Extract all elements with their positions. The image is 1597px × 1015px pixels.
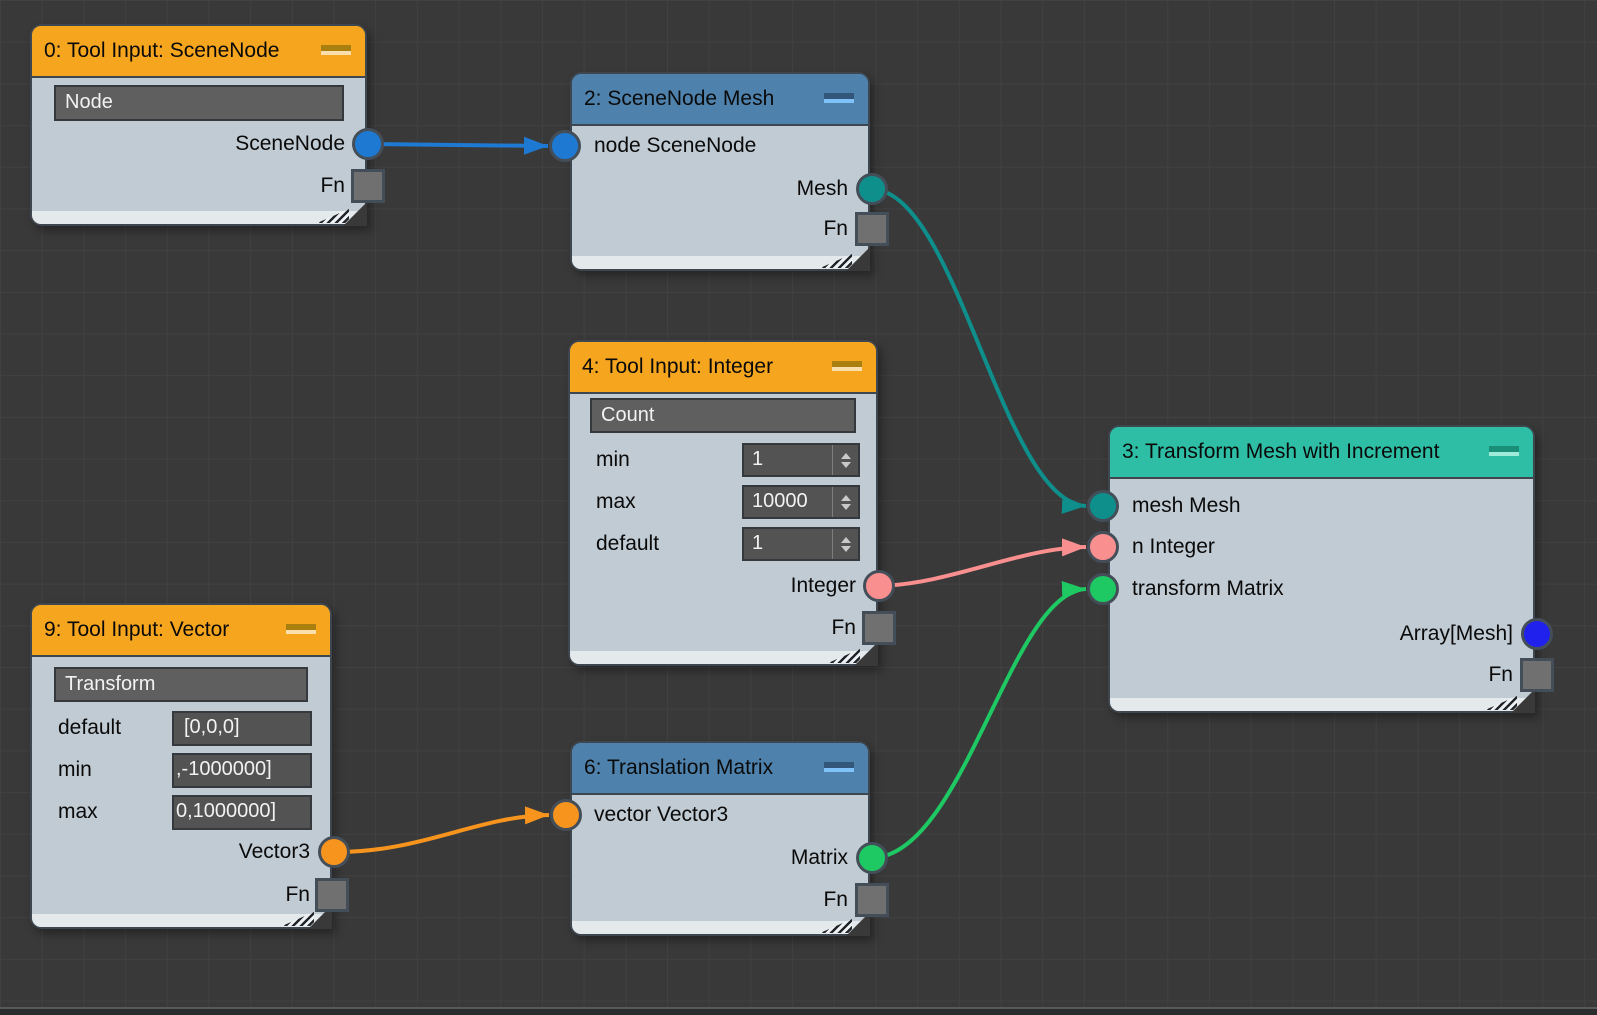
default-field[interactable]: [0,0,0] [172,711,312,746]
default-value: 1 [752,532,764,554]
fn-label: Fn [823,888,848,911]
input-label-node-scenenode: node SceneNode [594,134,757,157]
input-label-transform-matrix: transform Matrix [1132,577,1284,600]
node-0-title: 0: Tool Input: SceneNode [44,39,280,62]
fn-label: Fn [285,883,310,906]
fn-label: Fn [320,174,345,197]
wire-integer-to-n[interactable] [878,538,1087,588]
min-value: 1 [752,448,764,470]
collapse-dash-icon[interactable] [832,361,862,371]
window-bottom-shadow [0,1009,1597,1015]
port-fn-node6[interactable] [855,883,889,917]
node-4-tool-input-integer[interactable]: 4: Tool Input: Integer Count min 1 max 1… [568,340,878,666]
port-in-transform-matrix[interactable] [1087,573,1119,605]
port-in-vector[interactable] [550,799,582,831]
port-fn-node9[interactable] [315,878,349,912]
input-label-vector-vector3: vector Vector3 [594,803,729,826]
node-3-transform-mesh-with-increment[interactable]: 3: Transform Mesh with Increment mesh Me… [1108,425,1535,713]
node-0-tool-input-scenenode[interactable]: 0: Tool Input: SceneNode Node SceneNode … [30,24,367,226]
output-label-scenenode: SceneNode [235,132,345,155]
node-2-title: 2: SceneNode Mesh [584,87,775,110]
node-bottom-strip [32,211,365,224]
output-label-array-mesh: Array[Mesh] [1399,622,1513,645]
port-out-vector3[interactable] [318,836,350,868]
max-field[interactable]: 10000 [742,485,860,519]
wire-mesh-to-transformmesh[interactable] [871,187,1087,514]
port-out-matrix[interactable] [856,842,888,874]
port-fn-node0[interactable] [351,169,385,203]
node-6-translation-matrix[interactable]: 6: Translation Matrix vector Vector3 Mat… [570,741,870,936]
output-label-integer: Integer [790,574,856,597]
wire-scenenode-to-scenenodemesh[interactable] [367,136,549,155]
port-fn-node2[interactable] [855,212,889,246]
port-out-scenenode[interactable] [352,128,384,160]
input-label-n-integer: n Integer [1132,535,1215,558]
node-3-title: 3: Transform Mesh with Increment [1122,440,1440,463]
spin-down-icon[interactable] [840,503,851,510]
wire-vector3-to-translationmatrix[interactable] [333,806,550,855]
node-bottom-strip [570,651,876,664]
wire-matrix-to-transform[interactable] [871,581,1087,860]
node-0-name-field[interactable]: Node [54,85,344,121]
node-9-tool-input-vector[interactable]: 9: Tool Input: Vector Transform default … [30,603,332,929]
node-9-header[interactable]: 9: Tool Input: Vector [32,605,330,657]
output-label-vector3: Vector3 [238,840,310,863]
spin-down-icon[interactable] [840,461,851,468]
output-label-mesh: Mesh [796,177,848,200]
collapse-dash-icon[interactable] [1489,446,1519,456]
port-in-n-integer[interactable] [1087,531,1119,563]
spin-up-icon[interactable] [840,494,851,501]
node-3-header[interactable]: 3: Transform Mesh with Increment [1110,427,1533,479]
node-9-title: 9: Tool Input: Vector [44,618,230,641]
min-spinner[interactable] [832,445,858,475]
node-bottom-strip [1110,698,1533,711]
min-field[interactable]: ,-1000000] [172,753,312,788]
min-value: ,-1000000] [176,758,272,780]
spin-up-icon[interactable] [840,536,851,543]
port-out-array-mesh[interactable] [1521,618,1553,650]
node-4-header[interactable]: 4: Tool Input: Integer [570,342,876,394]
input-label-mesh-mesh: mesh Mesh [1132,494,1241,517]
spin-down-icon[interactable] [840,545,851,552]
collapse-dash-icon[interactable] [286,624,316,634]
fn-label: Fn [1488,663,1513,686]
output-label-matrix: Matrix [790,846,848,869]
fn-label: Fn [823,217,848,240]
node-2-scenenode-mesh[interactable]: 2: SceneNode Mesh node SceneNode Mesh Fn [570,72,870,271]
max-value: 0,1000000] [176,800,277,822]
node-6-title: 6: Translation Matrix [584,756,774,779]
default-field[interactable]: 1 [742,527,860,561]
node-graph-canvas[interactable]: 0: Tool Input: SceneNode Node SceneNode … [0,0,1597,1015]
default-spinner[interactable] [832,529,858,559]
port-out-mesh[interactable] [856,173,888,205]
node-9-name-field[interactable]: Transform [54,667,308,702]
collapse-dash-icon[interactable] [321,45,351,55]
node-0-header[interactable]: 0: Tool Input: SceneNode [32,26,365,78]
max-field[interactable]: 0,1000000] [172,795,312,830]
min-field[interactable]: 1 [742,443,860,477]
collapse-dash-icon[interactable] [824,762,854,772]
node-4-title: 4: Tool Input: Integer [582,355,774,378]
port-fn-node4[interactable] [862,611,896,645]
max-spinner[interactable] [832,487,858,517]
port-out-integer[interactable] [863,570,895,602]
collapse-dash-icon[interactable] [824,93,854,103]
port-fn-node3[interactable] [1520,658,1554,692]
node-2-header[interactable]: 2: SceneNode Mesh [572,74,868,126]
node-4-name-field[interactable]: Count [590,398,856,433]
max-value: 10000 [752,490,808,512]
fn-label: Fn [831,616,856,639]
default-value: [0,0,0] [184,716,240,738]
spin-up-icon[interactable] [840,452,851,459]
port-in-mesh[interactable] [1087,490,1119,522]
port-in-node-scenenode[interactable] [549,130,581,162]
node-6-header[interactable]: 6: Translation Matrix [572,743,868,795]
